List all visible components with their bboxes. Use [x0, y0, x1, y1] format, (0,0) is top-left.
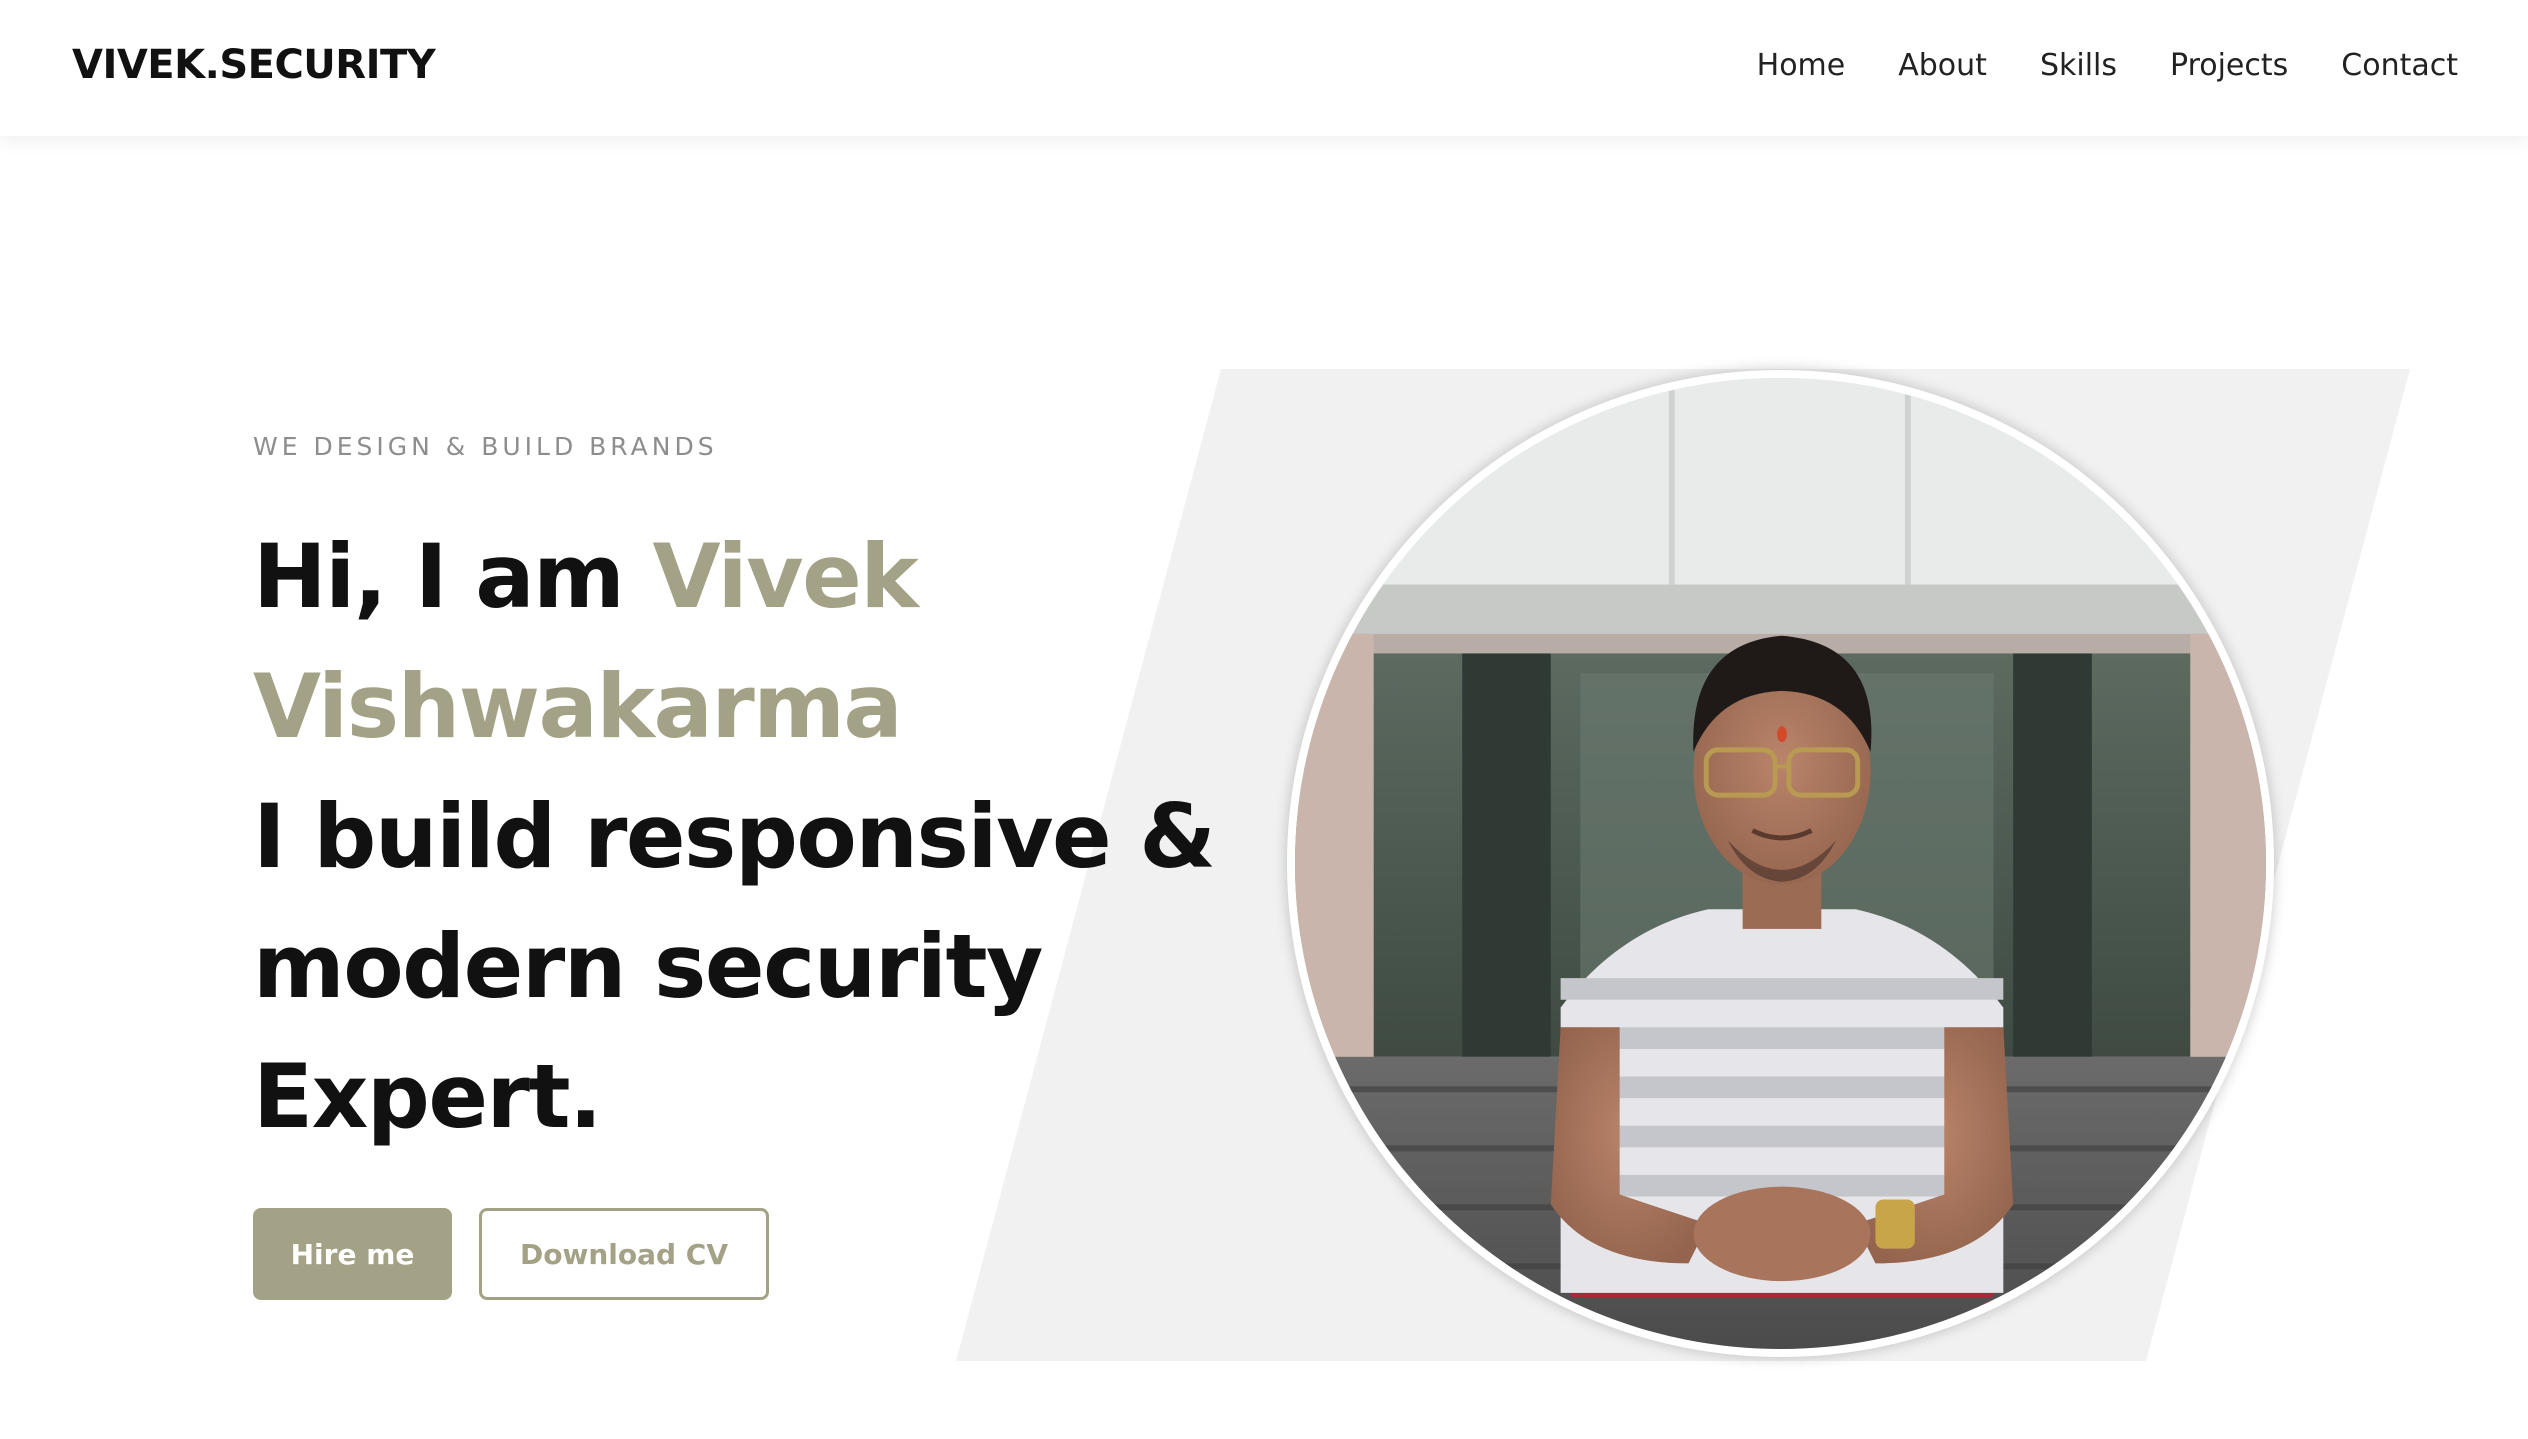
greeting-text: Hi, I am [253, 525, 625, 628]
nav-about[interactable]: About [1898, 48, 1987, 83]
nav-skills[interactable]: Skills [2040, 48, 2117, 83]
main-nav: Home About Skills Projects Contact [1757, 48, 2458, 83]
nav-home[interactable]: Home [1757, 48, 1846, 83]
page: VIVEK.SECURITY Home About Skills Project… [0, 0, 2528, 1439]
first-name: Vivek [652, 525, 918, 628]
nav-contact[interactable]: Contact [2341, 48, 2458, 83]
profile-photo-illustration [1295, 378, 2266, 1349]
site-logo[interactable]: VIVEK.SECURITY [72, 42, 436, 88]
profile-photo [1287, 370, 2274, 1357]
tagline-line-1: I build responsive & [253, 785, 1216, 888]
hero-eyebrow: WE DESIGN & BUILD BRANDS [253, 432, 718, 461]
site-header: VIVEK.SECURITY Home About Skills Project… [0, 0, 2528, 136]
nav-projects[interactable]: Projects [2170, 48, 2288, 83]
tagline-line-3: Expert. [253, 1045, 602, 1148]
hero-headline: Hi, I am Vivek Vishwakarma I build respo… [253, 512, 1216, 1162]
last-name: Vishwakarma [253, 655, 903, 758]
tagline-line-2: modern security [253, 915, 1043, 1018]
hire-me-button[interactable]: Hire me [253, 1208, 452, 1300]
headline-line-1: Hi, I am Vivek [253, 512, 1173, 642]
download-cv-button[interactable]: Download CV [479, 1208, 769, 1300]
